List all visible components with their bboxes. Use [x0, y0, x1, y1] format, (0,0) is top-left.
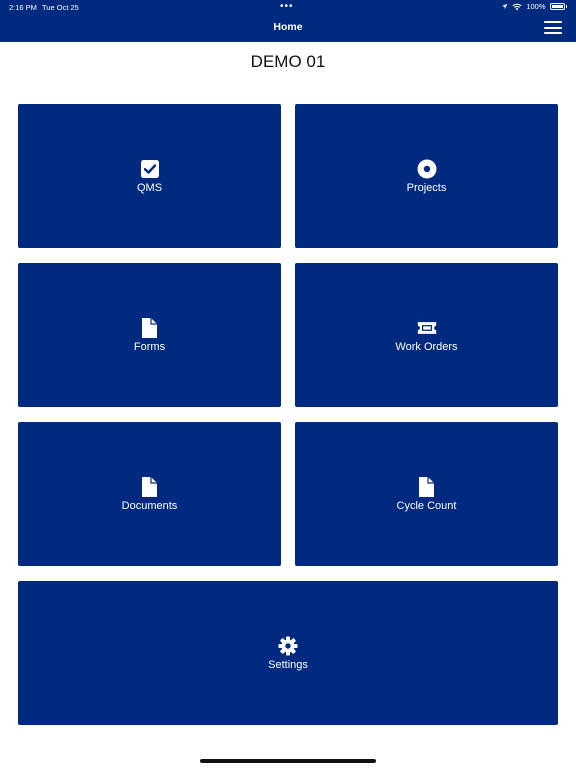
page-title: DEMO 01 [250, 52, 326, 71]
file-icon [140, 317, 160, 338]
checkbox-icon [140, 159, 160, 179]
status-indicators: 100% [501, 2, 567, 11]
documents-label: Documents [121, 499, 178, 512]
gear-icon [278, 636, 298, 656]
settings-label: Settings [268, 658, 308, 671]
file-icon [140, 476, 160, 497]
home-indicator[interactable] [200, 759, 376, 763]
forms-label: Forms [133, 340, 166, 353]
settings-tile[interactable]: Settings [18, 581, 558, 725]
multitasking-dots[interactable]: ••• [280, 1, 294, 12]
work-orders-label: Work Orders [395, 340, 458, 353]
status-date: Tue Oct 25 [42, 3, 79, 12]
documents-tile[interactable]: Documents [18, 422, 281, 566]
location-icon [502, 3, 508, 10]
status-bar: 2:16 PM Tue Oct 25 ••• 100% [0, 0, 576, 14]
nav-title: Home [273, 21, 303, 33]
battery-percent: 100% [526, 2, 546, 11]
wifi-icon [512, 3, 522, 10]
navigation-bar: Home [0, 14, 576, 42]
battery-icon [549, 3, 565, 10]
cycle-count-tile[interactable]: Cycle Count [295, 422, 558, 566]
projects-label: Projects [406, 181, 447, 194]
work-orders-tile[interactable]: Work Orders [295, 263, 558, 407]
ticket-icon [417, 318, 437, 338]
cycle-count-label: Cycle Count [396, 499, 457, 512]
qms-label: QMS [136, 181, 163, 194]
qms-tile[interactable]: QMS [18, 104, 281, 248]
file-icon [417, 476, 437, 497]
forms-tile[interactable]: Forms [18, 263, 281, 407]
target-icon [417, 159, 437, 179]
projects-tile[interactable]: Projects [295, 104, 558, 248]
hamburger-menu-icon[interactable] [544, 21, 562, 35]
status-time: 2:16 PM [9, 3, 37, 12]
